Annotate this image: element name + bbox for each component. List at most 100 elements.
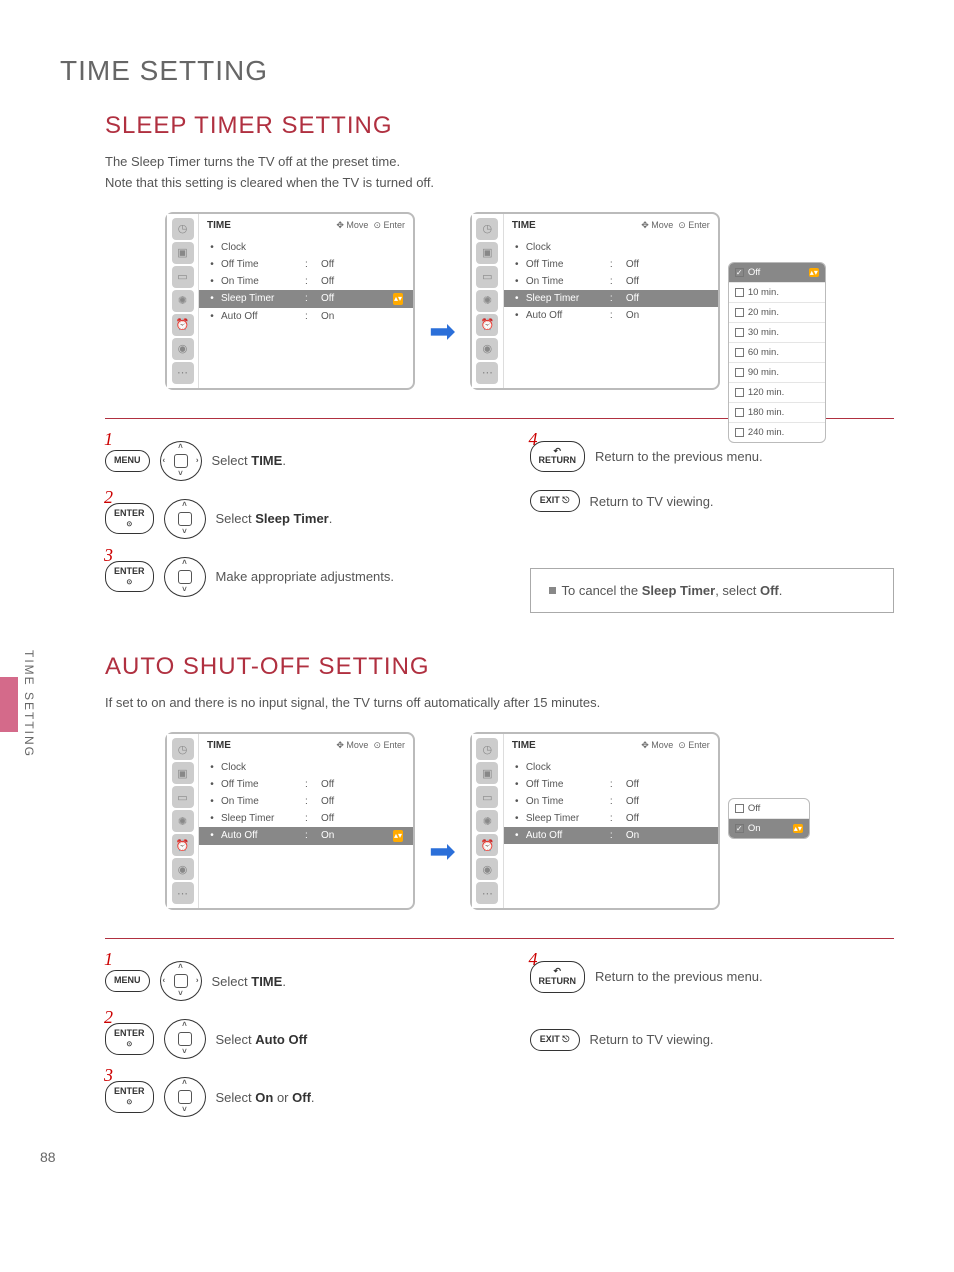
option-row[interactable]: 30 min.: [729, 323, 825, 343]
exit-button[interactable]: EXIT ⎋: [530, 490, 580, 512]
step-row: 1 MENU ‹˄ ›˅ Select TIME.: [105, 961, 470, 1001]
menu-category-icon: ▭: [172, 266, 194, 288]
step-text: Return to TV viewing.: [590, 1032, 714, 1047]
intro-line: Note that this setting is cleared when t…: [105, 175, 434, 190]
dpad-button[interactable]: ˄ ˅: [164, 1077, 206, 1117]
step-number: 3: [104, 545, 113, 566]
auto-intro: If set to on and there is no input signa…: [105, 693, 894, 714]
dpad-button[interactable]: ˄ ˅: [164, 499, 206, 539]
osd-row[interactable]: •Sleep Timer:Off▴▾: [199, 290, 413, 308]
side-tab: TIME SETTING: [0, 640, 40, 768]
menu-category-icon: ▣: [476, 242, 498, 264]
osd-row[interactable]: •Off Time:Off: [504, 776, 718, 793]
menu-category-icon: ✺: [172, 290, 194, 312]
osd-hints: ✥ Move ⊙ Enter: [336, 220, 405, 231]
menu-category-icon: ▭: [476, 786, 498, 808]
option-row[interactable]: 60 min.: [729, 343, 825, 363]
dpad-button[interactable]: ˄ ˅: [164, 1019, 206, 1059]
option-row[interactable]: Off: [729, 799, 809, 819]
step-text: Select TIME.: [212, 974, 286, 989]
exit-button[interactable]: EXIT ⎋: [530, 1029, 580, 1051]
menu-category-icon: ◷: [476, 738, 498, 760]
osd-hints: ✥ Move ⊙ Enter: [641, 740, 710, 751]
step-row: 4 ↶RETURN Return to the previous menu.: [530, 441, 895, 473]
menu-category-icon: ▭: [476, 266, 498, 288]
osd-row[interactable]: •Sleep Timer:Off: [504, 290, 718, 307]
menu-category-icon: ⏰: [476, 314, 498, 336]
osd-row[interactable]: •Clock: [504, 239, 718, 256]
sleep-screens: ◷▣▭✺⏰◉⋯ TIME ✥ Move ⊙ Enter •Clock•Off T…: [105, 212, 894, 390]
step-row: 2 ENTER⊙ ˄ ˅ Select Auto Off: [105, 1019, 470, 1059]
menu-category-icon: ▣: [476, 762, 498, 784]
osd-row[interactable]: •Clock: [504, 759, 718, 776]
osd-row[interactable]: •On Time:Off: [199, 273, 413, 290]
dpad-button[interactable]: ‹˄ ›˅: [160, 441, 202, 481]
sleep-timer-options[interactable]: Off▴▾10 min.20 min.30 min.60 min.90 min.…: [728, 262, 826, 443]
osd-row[interactable]: •On Time:Off: [199, 793, 413, 810]
auto-section: AUTO SHUT-OFF SETTING If set to on and t…: [105, 653, 894, 1117]
step-text: Return to the previous menu.: [595, 449, 763, 464]
dpad-button[interactable]: ‹˄ ›˅: [160, 961, 202, 1001]
osd-row[interactable]: •Clock: [199, 759, 413, 776]
menu-button[interactable]: MENU: [105, 970, 150, 992]
auto-off-options[interactable]: OffOn▴▾: [728, 798, 810, 839]
sleep-title: SLEEP TIMER SETTING: [105, 112, 894, 140]
option-row[interactable]: 180 min.: [729, 403, 825, 423]
osd-row[interactable]: •Off Time:Off: [199, 776, 413, 793]
menu-category-icon: ✺: [476, 290, 498, 312]
menu-category-icon: ◷: [476, 218, 498, 240]
step-row: EXIT ⎋ Return to TV viewing.: [530, 1029, 895, 1051]
menu-category-icon: ▣: [172, 762, 194, 784]
intro-line: The Sleep Timer turns the TV off at the …: [105, 154, 400, 169]
osd-panel-right: ◷▣▭✺⏰◉⋯ TIME ✥ Move ⊙ Enter •Clock•Off T…: [470, 732, 720, 910]
step-number: 2: [104, 1007, 113, 1028]
arrow-icon: ➡: [429, 312, 456, 350]
option-row[interactable]: 240 min.: [729, 423, 825, 442]
osd-hints: ✥ Move ⊙ Enter: [641, 220, 710, 231]
side-label: TIME SETTING: [18, 640, 40, 768]
menu-button[interactable]: MENU: [105, 450, 150, 472]
option-row[interactable]: 20 min.: [729, 303, 825, 323]
auto-steps: 1 MENU ‹˄ ›˅ Select TIME. 2 ENTER⊙ ˄ ˅ S…: [105, 938, 894, 1117]
osd-row[interactable]: •Sleep Timer:Off: [504, 810, 718, 827]
osd-row[interactable]: •On Time:Off: [504, 793, 718, 810]
osd-row[interactable]: •Sleep Timer:Off: [199, 810, 413, 827]
step-text: Select Sleep Timer.: [216, 511, 333, 526]
menu-category-icon: ⋯: [476, 882, 498, 904]
osd-row[interactable]: •On Time:Off: [504, 273, 718, 290]
osd-row[interactable]: •Clock: [199, 239, 413, 256]
osd-row[interactable]: •Off Time:Off: [504, 256, 718, 273]
dpad-button[interactable]: ˄ ˅: [164, 557, 206, 597]
option-row[interactable]: On▴▾: [729, 819, 809, 838]
step-number: 4: [529, 949, 538, 970]
sleep-section: SLEEP TIMER SETTING The Sleep Timer turn…: [105, 112, 894, 613]
menu-category-icon: ⋯: [172, 882, 194, 904]
option-row[interactable]: Off▴▾: [729, 263, 825, 283]
return-button[interactable]: ↶RETURN: [530, 961, 586, 993]
step-number: 3: [104, 1065, 113, 1086]
menu-category-icon: ⏰: [172, 834, 194, 856]
option-row[interactable]: 90 min.: [729, 363, 825, 383]
return-button[interactable]: ↶RETURN: [530, 441, 586, 473]
step-text: Return to the previous menu.: [595, 969, 763, 984]
option-row[interactable]: 120 min.: [729, 383, 825, 403]
step-number: 1: [104, 429, 113, 450]
osd-header: TIME: [207, 740, 231, 751]
osd-row[interactable]: •Auto Off:On: [504, 827, 718, 844]
osd-row[interactable]: •Auto Off:On▴▾: [199, 827, 413, 845]
menu-category-icon: ⏰: [476, 834, 498, 856]
osd-row[interactable]: •Auto Off:On: [504, 307, 718, 324]
step-row: 2 ENTER⊙ ˄ ˅ Select Sleep Timer.: [105, 499, 470, 539]
menu-category-icon: ⋯: [172, 362, 194, 384]
osd-row[interactable]: •Off Time:Off: [199, 256, 413, 273]
step-row: EXIT ⎋ Return to TV viewing.: [530, 490, 895, 512]
osd-row[interactable]: •Auto Off:On: [199, 308, 413, 325]
osd-header: TIME: [512, 740, 536, 751]
step-text: Return to TV viewing.: [590, 494, 714, 509]
menu-category-icon: ▣: [172, 242, 194, 264]
step-row: 3 ENTER⊙ ˄ ˅ Make appropriate adjustment…: [105, 557, 470, 597]
menu-category-icon: ⋯: [476, 362, 498, 384]
option-row[interactable]: 10 min.: [729, 283, 825, 303]
step-text: Select On or Off.: [216, 1090, 315, 1105]
menu-category-icon: ✺: [476, 810, 498, 832]
